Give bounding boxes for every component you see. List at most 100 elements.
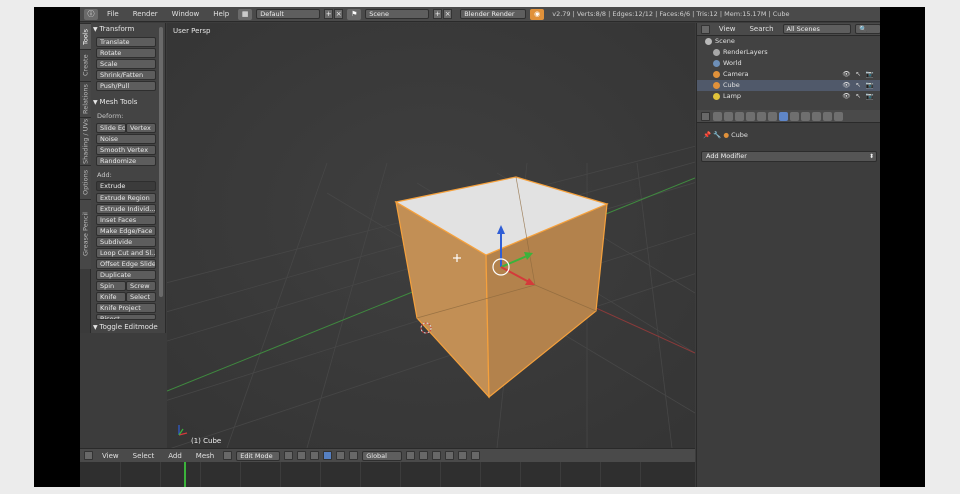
viewport-shading-icon[interactable] bbox=[284, 451, 294, 460]
knife-button[interactable]: Knife bbox=[96, 292, 126, 302]
tab-grease-pencil[interactable]: Grease Pencil bbox=[80, 199, 91, 269]
data-tab-icon[interactable] bbox=[790, 112, 799, 121]
outliner-menu-search[interactable]: Search bbox=[744, 25, 778, 33]
material-tab-icon[interactable] bbox=[801, 112, 810, 121]
screen-layout-icon[interactable]: ▦ bbox=[238, 8, 253, 20]
current-frame-marker[interactable] bbox=[184, 462, 186, 487]
pin-icon[interactable]: 📌 bbox=[703, 131, 711, 139]
tab-tools[interactable]: Tools bbox=[80, 23, 91, 49]
outliner-menu-view[interactable]: View bbox=[714, 25, 741, 33]
add-icon[interactable]: + bbox=[324, 9, 334, 19]
scene-icon[interactable]: ⚑ bbox=[347, 8, 362, 20]
modifiers-tab-icon[interactable] bbox=[779, 112, 788, 121]
visibility-toggles[interactable]: 👁↖📷 bbox=[842, 69, 879, 80]
loop-cut-button[interactable]: Loop Cut and Sl... bbox=[96, 248, 156, 258]
editor-type-icon[interactable] bbox=[84, 451, 93, 460]
constraints-tab-icon[interactable] bbox=[768, 112, 777, 121]
timeline[interactable] bbox=[80, 462, 695, 487]
slide-edge-button[interactable]: Slide Ed bbox=[96, 123, 126, 133]
object-tab-icon[interactable] bbox=[757, 112, 766, 121]
tab-relations[interactable]: Relations bbox=[80, 81, 91, 117]
tool-shelf-scrollbar[interactable] bbox=[159, 27, 163, 297]
scene-field[interactable]: Scene bbox=[365, 9, 430, 19]
render-preview-icon[interactable] bbox=[471, 451, 481, 460]
outliner-search-field[interactable]: 🔍 bbox=[855, 24, 880, 34]
vertex-select-icon[interactable] bbox=[406, 451, 416, 460]
world-tab-icon[interactable] bbox=[746, 112, 755, 121]
visibility-toggles[interactable]: 👁↖📷 bbox=[842, 91, 879, 102]
menu-help[interactable]: Help bbox=[208, 10, 234, 18]
texture-tab-icon[interactable] bbox=[812, 112, 821, 121]
scale-button[interactable]: Scale bbox=[96, 59, 156, 69]
tab-options[interactable]: Options bbox=[80, 165, 91, 199]
mesh-tools-panel-header[interactable]: Mesh Tools bbox=[93, 98, 138, 106]
remove-icon[interactable]: × bbox=[334, 9, 344, 19]
toggle-editmode-header[interactable]: Toggle Editmode bbox=[93, 323, 158, 331]
menu-window[interactable]: Window bbox=[167, 10, 205, 18]
outliner-row[interactable]: Camera 👁↖📷 bbox=[697, 69, 880, 80]
outliner-row[interactable]: Lamp 👁↖📷 bbox=[697, 91, 880, 102]
remove-icon[interactable]: × bbox=[443, 9, 453, 19]
screw-button[interactable]: Screw bbox=[126, 281, 156, 291]
outliner-row[interactable]: World bbox=[697, 58, 880, 69]
knife-select-button[interactable]: Select bbox=[126, 292, 156, 302]
manipulator-toggle-icon[interactable] bbox=[310, 451, 320, 460]
spin-button[interactable]: Spin bbox=[96, 281, 126, 291]
subdivide-button[interactable]: Subdivide bbox=[96, 237, 156, 247]
scale-manipulator-icon[interactable] bbox=[349, 451, 359, 460]
outliner-row[interactable]: RenderLayers bbox=[697, 47, 880, 58]
3d-viewport[interactable]: User Persp (1) Cube bbox=[167, 23, 695, 448]
render-engine-select[interactable]: Blender Render bbox=[460, 9, 527, 19]
menu-view[interactable]: View bbox=[97, 452, 124, 460]
vertex-slide-button[interactable]: Vertex bbox=[126, 123, 156, 133]
extrude-region-button[interactable]: Extrude Region bbox=[96, 193, 156, 203]
menu-render[interactable]: Render bbox=[128, 10, 163, 18]
inset-faces-button[interactable]: Inset Faces bbox=[96, 215, 156, 225]
proportional-edit-icon[interactable] bbox=[445, 451, 455, 460]
physics-tab-icon[interactable] bbox=[834, 112, 843, 121]
face-select-icon[interactable] bbox=[432, 451, 442, 460]
transform-orientation-select[interactable]: Global bbox=[362, 450, 403, 461]
menu-mesh[interactable]: Mesh bbox=[191, 452, 219, 460]
mode-select[interactable]: Edit Mode bbox=[236, 450, 281, 461]
bisect-button[interactable]: Bisect bbox=[96, 314, 156, 320]
scene-tab-icon[interactable] bbox=[735, 112, 744, 121]
particles-tab-icon[interactable] bbox=[823, 112, 832, 121]
edge-select-icon[interactable] bbox=[419, 451, 429, 460]
rotate-button[interactable]: Rotate bbox=[96, 48, 156, 58]
offset-edge-slide-button[interactable]: Offset Edge Slide bbox=[96, 259, 156, 269]
menu-file[interactable]: File bbox=[102, 10, 124, 18]
tab-shading-uvs[interactable]: Shading / UVs bbox=[80, 117, 91, 165]
visibility-toggles[interactable]: 👁↖📷 bbox=[842, 80, 879, 91]
outliner-row[interactable]: Cube 👁↖📷 bbox=[697, 80, 880, 91]
add-icon[interactable]: + bbox=[433, 9, 443, 19]
info-editor-icon[interactable]: ⓘ bbox=[84, 8, 98, 20]
render-layers-tab-icon[interactable] bbox=[724, 112, 733, 121]
outliner-filter-select[interactable]: All Scenes bbox=[782, 24, 852, 34]
make-edge-face-button[interactable]: Make Edge/Face bbox=[96, 226, 156, 236]
extrude-select[interactable]: Extrude bbox=[96, 181, 156, 191]
pivot-point-icon[interactable] bbox=[297, 451, 307, 460]
outliner-editor-icon[interactable] bbox=[701, 24, 710, 34]
tab-create[interactable]: Create bbox=[80, 49, 91, 81]
add-modifier-dropdown[interactable]: Add Modifier bbox=[701, 151, 877, 162]
rotate-manipulator-icon[interactable] bbox=[336, 451, 346, 460]
translate-manipulator-icon[interactable] bbox=[323, 451, 333, 460]
menu-select[interactable]: Select bbox=[128, 452, 160, 460]
outliner-row[interactable]: Scene bbox=[697, 36, 880, 47]
menu-add[interactable]: Add bbox=[163, 452, 187, 460]
translate-button[interactable]: Translate bbox=[96, 37, 156, 47]
randomize-button[interactable]: Randomize bbox=[96, 156, 156, 166]
smooth-vertex-button[interactable]: Smooth Vertex bbox=[96, 145, 156, 155]
duplicate-button[interactable]: Duplicate bbox=[96, 270, 156, 280]
render-tab-icon[interactable] bbox=[713, 112, 722, 121]
transform-panel-header[interactable]: Transform bbox=[93, 25, 135, 33]
shrink-fatten-button[interactable]: Shrink/Fatten bbox=[96, 70, 156, 80]
knife-project-button[interactable]: Knife Project bbox=[96, 303, 156, 313]
noise-button[interactable]: Noise bbox=[96, 134, 156, 144]
screen-layout-field[interactable]: Default bbox=[256, 9, 321, 19]
properties-editor-icon[interactable] bbox=[701, 111, 710, 121]
extrude-individual-button[interactable]: Extrude Individ... bbox=[96, 204, 156, 214]
push-pull-button[interactable]: Push/Pull bbox=[96, 81, 156, 91]
snap-icon[interactable] bbox=[458, 451, 468, 460]
